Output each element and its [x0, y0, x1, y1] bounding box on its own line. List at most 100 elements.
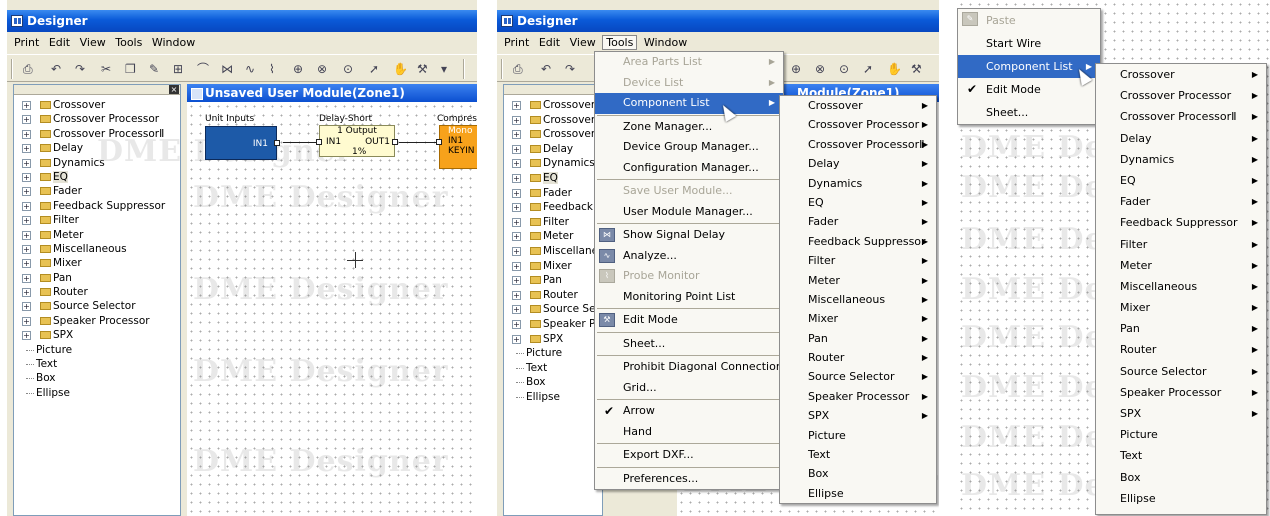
menu-item-user-module-manager[interactable]: User Module Manager...: [595, 202, 783, 223]
menu-item-router[interactable]: Router ▶: [1096, 339, 1266, 360]
expand-icon[interactable]: +: [512, 290, 521, 300]
menu-item-eq[interactable]: EQ ▶: [1096, 170, 1266, 191]
expand-icon[interactable]: +: [22, 273, 31, 283]
menu-item-analyze[interactable]: ∿ Analyze...: [595, 246, 783, 267]
expand-icon[interactable]: +: [22, 244, 31, 254]
expand-icon[interactable]: +: [22, 288, 31, 298]
tree-item-miscellaneo[interactable]: + Miscellaneo: [510, 244, 605, 259]
menu-view[interactable]: View: [77, 36, 109, 49]
menu-item-component-list[interactable]: Component List ▶: [595, 93, 783, 114]
tree-item-feedback-s[interactable]: + Feedback S: [510, 200, 603, 215]
menu-item-ellipse[interactable]: Ellipse: [780, 484, 936, 503]
menu-item-dynamics[interactable]: Dynamics ▶: [1096, 149, 1266, 170]
undo-icon[interactable]: ↶: [51, 62, 61, 76]
monitor-point-icon[interactable]: ⊕: [293, 62, 303, 76]
tree-item-crossover[interactable]: + Crossover: [20, 98, 180, 112]
tree-item-crossover-p[interactable]: + Crossover P: [510, 113, 605, 128]
menu-item-device-group-manager[interactable]: Device Group Manager...: [595, 137, 783, 158]
menu-item-meter[interactable]: Meter ▶: [1096, 255, 1266, 276]
print-icon[interactable]: ⎙: [513, 62, 523, 76]
menu-item-start-wire[interactable]: Start Wire: [958, 32, 1100, 55]
menu-item-crossover-processor[interactable]: Crossover ProcessorⅡ ▶: [780, 135, 936, 154]
analyze-icon[interactable]: ∿: [245, 62, 255, 76]
menu-item-picture[interactable]: Picture: [1096, 424, 1266, 445]
toolbar-grip[interactable]: [11, 59, 13, 79]
close-icon[interactable]: ×: [169, 85, 179, 94]
output-port[interactable]: [274, 140, 280, 146]
menu-item-picture[interactable]: Picture: [780, 426, 936, 445]
tree-item-delay[interactable]: + Delay: [510, 142, 602, 157]
menu-item-dynamics[interactable]: Dynamics ▶: [780, 174, 936, 193]
expand-icon[interactable]: +: [512, 101, 521, 110]
menu-item-preferences[interactable]: Preferences...: [595, 469, 783, 490]
tree-item-dynamics[interactable]: + Dynamics: [510, 156, 602, 171]
menu-edit[interactable]: Edit: [536, 36, 563, 49]
delay-block[interactable]: 1 Output IN1 OUT1 1%: [316, 125, 398, 157]
menu-item-ellipse[interactable]: Ellipse: [1096, 488, 1266, 509]
menu-item-mixer[interactable]: Mixer ▶: [1096, 297, 1266, 318]
toolbar-grip[interactable]: [501, 59, 503, 79]
menu-item-sheet[interactable]: Sheet...: [595, 334, 783, 355]
copy-icon[interactable]: ❐: [125, 62, 136, 76]
tree-item-filter[interactable]: + Filter: [510, 215, 602, 230]
expand-icon[interactable]: +: [22, 144, 31, 154]
menu-item-delay[interactable]: Delay ▶: [1096, 128, 1266, 149]
tree-item-meter[interactable]: + Meter: [20, 228, 180, 242]
tree-item-eq[interactable]: + EQ: [20, 170, 180, 184]
tree-item-fader[interactable]: + Fader: [510, 186, 602, 201]
tree-item-picture[interactable]: Picture: [510, 346, 602, 361]
expand-icon[interactable]: +: [22, 316, 31, 326]
menu-item-export-dxf[interactable]: Export DXF...: [595, 445, 783, 466]
menu-window[interactable]: Window: [641, 36, 690, 49]
expand-icon[interactable]: +: [512, 130, 521, 140]
tree-item-ellipse[interactable]: Ellipse: [510, 390, 602, 405]
zoom-icon[interactable]: ⊙: [343, 62, 353, 76]
expand-icon[interactable]: +: [22, 201, 31, 211]
expand-icon[interactable]: +: [512, 188, 521, 198]
expand-icon[interactable]: +: [512, 159, 521, 169]
expand-icon[interactable]: +: [22, 172, 31, 182]
menu-tools[interactable]: Tools: [112, 36, 145, 49]
menu-item-text[interactable]: Text: [1096, 445, 1266, 466]
menu-item-prohibit-diagonal-connections[interactable]: Prohibit Diagonal Connections: [595, 357, 789, 378]
align-icon[interactable]: ⊞: [173, 62, 183, 76]
menu-item-configuration-manager[interactable]: Configuration Manager...: [595, 158, 783, 179]
menu-item-speaker-processor[interactable]: Speaker Processor ▶: [780, 387, 936, 406]
menu-item-mixer[interactable]: Mixer ▶: [780, 309, 936, 328]
tree-item-crossover[interactable]: + Crossover: [510, 98, 602, 113]
menu-item-arrow[interactable]: ✔ Arrow: [595, 401, 783, 422]
menu-item-monitoring-point-list[interactable]: Monitoring Point List: [595, 287, 783, 308]
tree-item-picture[interactable]: Picture: [20, 343, 180, 357]
expand-icon[interactable]: +: [22, 158, 31, 168]
expand-icon[interactable]: +: [22, 129, 31, 139]
wire[interactable]: [399, 142, 439, 143]
menu-item-router[interactable]: Router ▶: [780, 348, 936, 367]
tree-item-crossover-p[interactable]: + Crossover P: [510, 127, 605, 142]
undo-icon[interactable]: ↶: [541, 62, 551, 76]
hand-tool-icon[interactable]: ✋: [887, 62, 902, 76]
print-icon[interactable]: ⎙: [23, 62, 33, 76]
tree-item-text[interactable]: Text: [510, 361, 602, 376]
expand-icon[interactable]: +: [512, 246, 521, 256]
tree-item-source-selector[interactable]: + Source Selector: [20, 299, 180, 313]
tree-item-meter[interactable]: + Meter: [510, 229, 602, 244]
menu-item-filter[interactable]: Filter ▶: [780, 251, 936, 270]
tree-item-eq[interactable]: + EQ: [510, 171, 602, 186]
expand-icon[interactable]: +: [22, 230, 31, 240]
expand-icon[interactable]: +: [512, 319, 521, 329]
redo-icon[interactable]: ↷: [75, 62, 85, 76]
expand-icon[interactable]: +: [512, 276, 521, 286]
expand-icon[interactable]: +: [22, 331, 31, 341]
expand-icon[interactable]: +: [512, 203, 521, 213]
menu-item-fader[interactable]: Fader ▶: [780, 212, 936, 231]
expand-icon[interactable]: +: [22, 216, 31, 226]
expand-icon[interactable]: +: [22, 302, 31, 312]
menu-item-spx[interactable]: SPX ▶: [780, 406, 936, 425]
expand-icon[interactable]: +: [512, 115, 521, 125]
menu-item-zone-manager[interactable]: Zone Manager...: [595, 117, 783, 138]
expand-icon[interactable]: +: [22, 115, 31, 125]
cut-icon[interactable]: ✂: [101, 62, 111, 76]
tree-item-speaker-processor[interactable]: + Speaker Processor: [20, 314, 180, 328]
tree-item-feedback-suppressor[interactable]: + Feedback Suppressor: [20, 199, 180, 213]
menu-print[interactable]: Print: [501, 36, 532, 49]
